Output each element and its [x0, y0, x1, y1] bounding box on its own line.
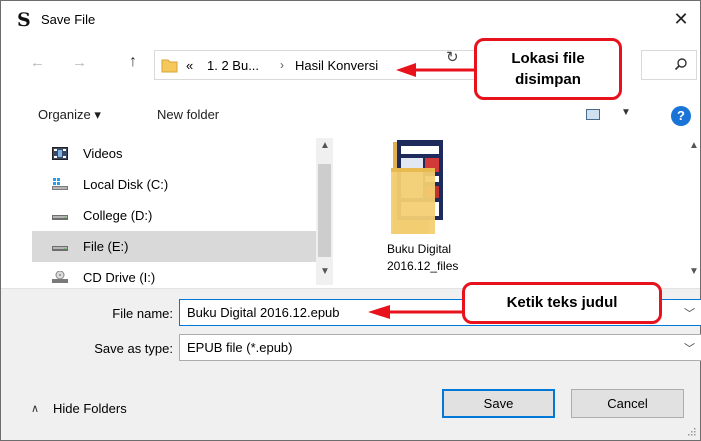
location-arrowhead — [396, 63, 416, 77]
title-arrowhead — [368, 305, 390, 319]
location-callout-line: disimpan — [515, 71, 581, 88]
location-callout: Lokasi file disimpan — [474, 38, 622, 100]
location-callout-line: Lokasi file — [511, 50, 585, 67]
title-hint-callout: Ketik teks judul — [462, 282, 662, 324]
